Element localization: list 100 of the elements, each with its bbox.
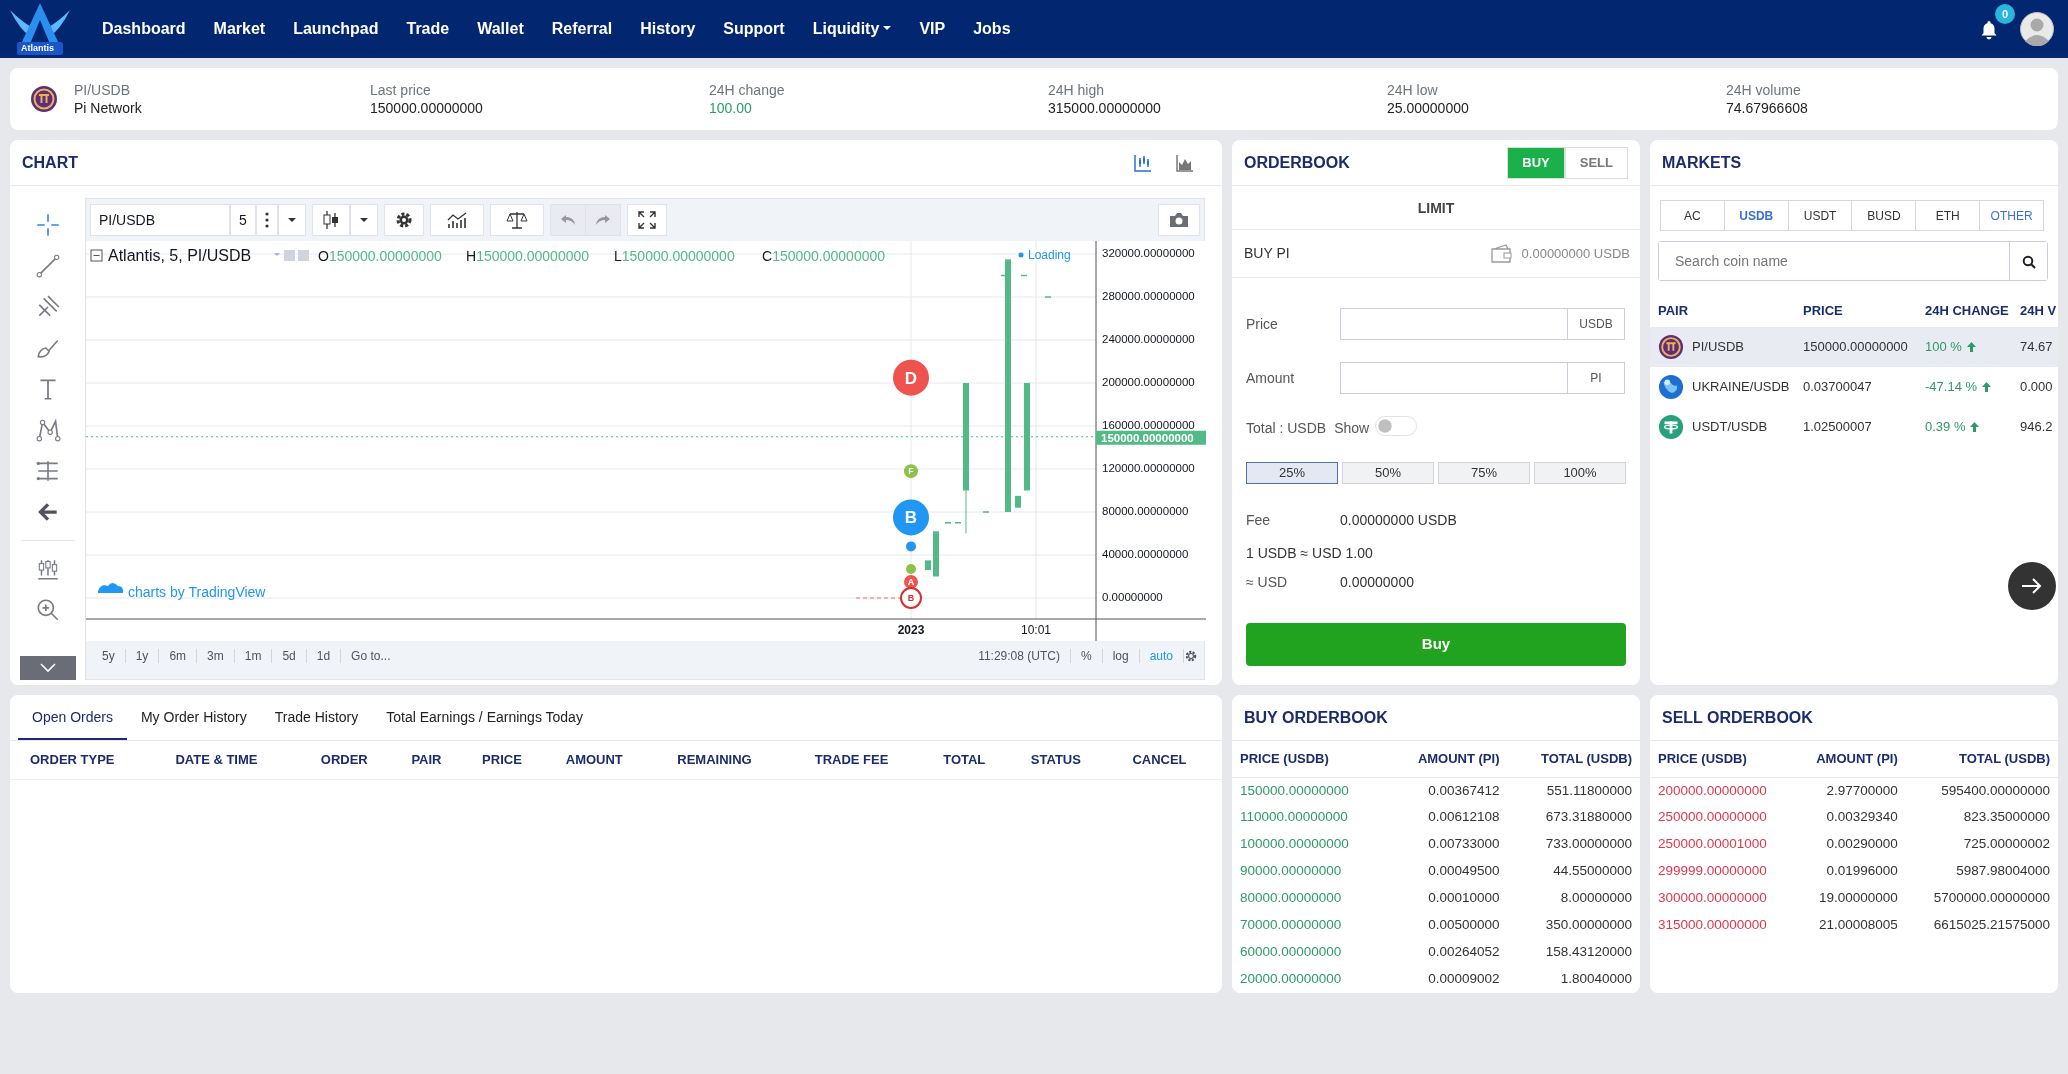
amount-cell: 0.00367412 bbox=[1386, 777, 1508, 804]
input-field[interactable]: USDB bbox=[1340, 308, 1625, 340]
crosshair-icon[interactable] bbox=[34, 212, 61, 238]
percent-button[interactable]: 75% bbox=[1438, 462, 1530, 484]
orders-tab[interactable]: Trade History bbox=[260, 695, 373, 740]
trend-line-icon[interactable] bbox=[34, 253, 61, 279]
currency-tab[interactable]: BUSD bbox=[1852, 200, 1917, 231]
show-label: Show bbox=[1334, 418, 1370, 438]
nav-link[interactable]: Jobs bbox=[959, 17, 1025, 41]
levels-icon[interactable] bbox=[34, 458, 61, 484]
undo-button[interactable] bbox=[549, 204, 586, 236]
stat-label: 24H low bbox=[1387, 80, 1439, 99]
candle-style-button[interactable] bbox=[311, 204, 350, 236]
settings-button[interactable] bbox=[383, 204, 424, 236]
collapse-button[interactable] bbox=[19, 656, 76, 680]
market-row[interactable]: UKRAINE/USDB 0.03700047 -47.14 % 0.000 bbox=[1650, 366, 2058, 407]
interval-button[interactable]: 5 bbox=[230, 204, 256, 236]
total-cell-text: 733.00000000 bbox=[1544, 835, 1633, 854]
axis-label: 240000.00000000 bbox=[1102, 333, 1195, 345]
collapse-legend-icon bbox=[90, 249, 103, 262]
pattern-icon[interactable] bbox=[34, 417, 61, 443]
nav-link[interactable]: Referral bbox=[537, 17, 627, 41]
nav-link[interactable]: Trade bbox=[392, 17, 464, 41]
orders-tab[interactable]: Open Orders bbox=[18, 695, 127, 740]
percent-button[interactable]: 25% bbox=[1246, 462, 1338, 484]
currency-tab[interactable]: USDT bbox=[1788, 200, 1853, 231]
range-button[interactable]: 1m bbox=[234, 649, 273, 663]
range-button[interactable]: 6m bbox=[159, 649, 198, 663]
input-field[interactable]: PI bbox=[1340, 362, 1625, 394]
range-button[interactable]: 3m bbox=[197, 649, 235, 663]
redo-button[interactable] bbox=[584, 204, 621, 236]
axis-label: 10:01 bbox=[1021, 623, 1051, 637]
avatar-icon[interactable] bbox=[2020, 12, 2054, 46]
dropdown-button[interactable] bbox=[277, 204, 306, 236]
volume-value: 946.2 bbox=[2020, 418, 2053, 434]
form-heading: BUY PI bbox=[1244, 244, 1290, 263]
indicators-button[interactable] bbox=[429, 204, 484, 236]
volume-value: 74.67 bbox=[2020, 338, 2053, 354]
notification-badge: 0 bbox=[1995, 4, 2015, 25]
amount-cell-text: 0.00329340 bbox=[1825, 808, 1899, 827]
filter-link[interactable]: OTHER bbox=[1980, 200, 2044, 231]
symbol-field[interactable]: PI/USDB bbox=[90, 204, 230, 236]
nav-link[interactable]: VIP bbox=[905, 17, 960, 41]
range-button[interactable]: 5y bbox=[92, 649, 126, 663]
panel-title: MARKETS bbox=[1662, 152, 1742, 173]
market-row[interactable]: USDT/USDB 1.02500007 0.39 % 946.2 bbox=[1650, 406, 2058, 447]
range-button[interactable]: 5d bbox=[272, 649, 307, 663]
orders-tab[interactable]: Total Earnings / Earnings Today bbox=[372, 695, 597, 740]
range-button[interactable]: 1y bbox=[125, 649, 160, 663]
search-button[interactable] bbox=[2009, 242, 2047, 280]
percent-button[interactable]: 50% bbox=[1342, 462, 1434, 484]
price-cell-text: 250000.00001000 bbox=[1657, 835, 1768, 854]
column-header: ORDER TYPE bbox=[30, 751, 116, 769]
column-header: CANCEL bbox=[1132, 751, 1188, 769]
column-header: 24H V bbox=[2019, 302, 2058, 320]
amount-cell-text: 0.01996000 bbox=[1825, 862, 1899, 881]
price-cell-text: 299999.00000000 bbox=[1657, 862, 1768, 881]
column-header: 24H CHANGE bbox=[1924, 302, 2010, 320]
scale-option[interactable]: % bbox=[1070, 649, 1103, 663]
fullscreen-button[interactable] bbox=[626, 204, 667, 236]
compare-button[interactable] bbox=[489, 204, 544, 236]
settings-icon[interactable] bbox=[1184, 649, 1198, 663]
currency-tab[interactable]: AC bbox=[1660, 200, 1725, 231]
nav-link[interactable]: Support bbox=[709, 17, 799, 41]
nav-link[interactable]: Market bbox=[199, 17, 280, 41]
scale-option[interactable]: log bbox=[1102, 649, 1140, 663]
nav-link[interactable]: History bbox=[626, 17, 710, 41]
currency-tab[interactable]: USDB bbox=[1724, 200, 1789, 231]
price-cell-text: 100000.00000000 bbox=[1239, 835, 1350, 854]
nav-link[interactable]: Liquidity bbox=[798, 17, 906, 41]
change-value: 0.39 % bbox=[1925, 417, 1966, 436]
nav-link[interactable]: Wallet bbox=[463, 17, 538, 41]
range-button[interactable]: 1d bbox=[306, 649, 342, 663]
brand-name: Atlantis bbox=[21, 44, 54, 53]
nav-link[interactable]: Dashboard bbox=[88, 17, 200, 41]
screenshot-button[interactable] bbox=[1158, 204, 1200, 236]
currency-tab[interactable]: ETH bbox=[1916, 200, 1981, 231]
total-cell-text: 44.55000000 bbox=[1552, 862, 1633, 881]
show-switch[interactable] bbox=[1375, 416, 1418, 436]
arrow-right-icon bbox=[2021, 577, 2043, 595]
goto-button[interactable]: Go to... bbox=[341, 649, 401, 663]
amount-cell-text: 0.00290000 bbox=[1825, 835, 1899, 854]
pair-name: PI/USDB bbox=[74, 80, 131, 99]
next-button[interactable] bbox=[2008, 562, 2056, 610]
candle-chart-icon[interactable] bbox=[1134, 153, 1152, 172]
orders-tab[interactable]: My Order History bbox=[126, 695, 261, 740]
zoom-in-icon[interactable] bbox=[34, 597, 61, 623]
nav-link[interactable]: Launchpad bbox=[279, 17, 393, 41]
usd-value: 0.00000000 bbox=[1340, 573, 1414, 592]
axis-label: 120000.00000000 bbox=[1102, 462, 1195, 474]
axis-label: 0.00000000 bbox=[1102, 591, 1163, 603]
side-toggle[interactable]: SELL bbox=[1564, 146, 1628, 179]
stat-value: 74.67966608 bbox=[1726, 99, 1809, 118]
axis-label: 280000.00000000 bbox=[1102, 290, 1195, 302]
percent-button[interactable]: 100% bbox=[1534, 462, 1626, 484]
bell-icon[interactable] bbox=[1980, 19, 1998, 40]
area-chart-icon[interactable] bbox=[1176, 153, 1194, 172]
market-row[interactable]: PI/USDB 150000.00000000 100 % 74.67 bbox=[1650, 326, 2058, 367]
amount-cell-text: 0.00612108 bbox=[1427, 808, 1501, 827]
more-button[interactable] bbox=[255, 204, 278, 236]
